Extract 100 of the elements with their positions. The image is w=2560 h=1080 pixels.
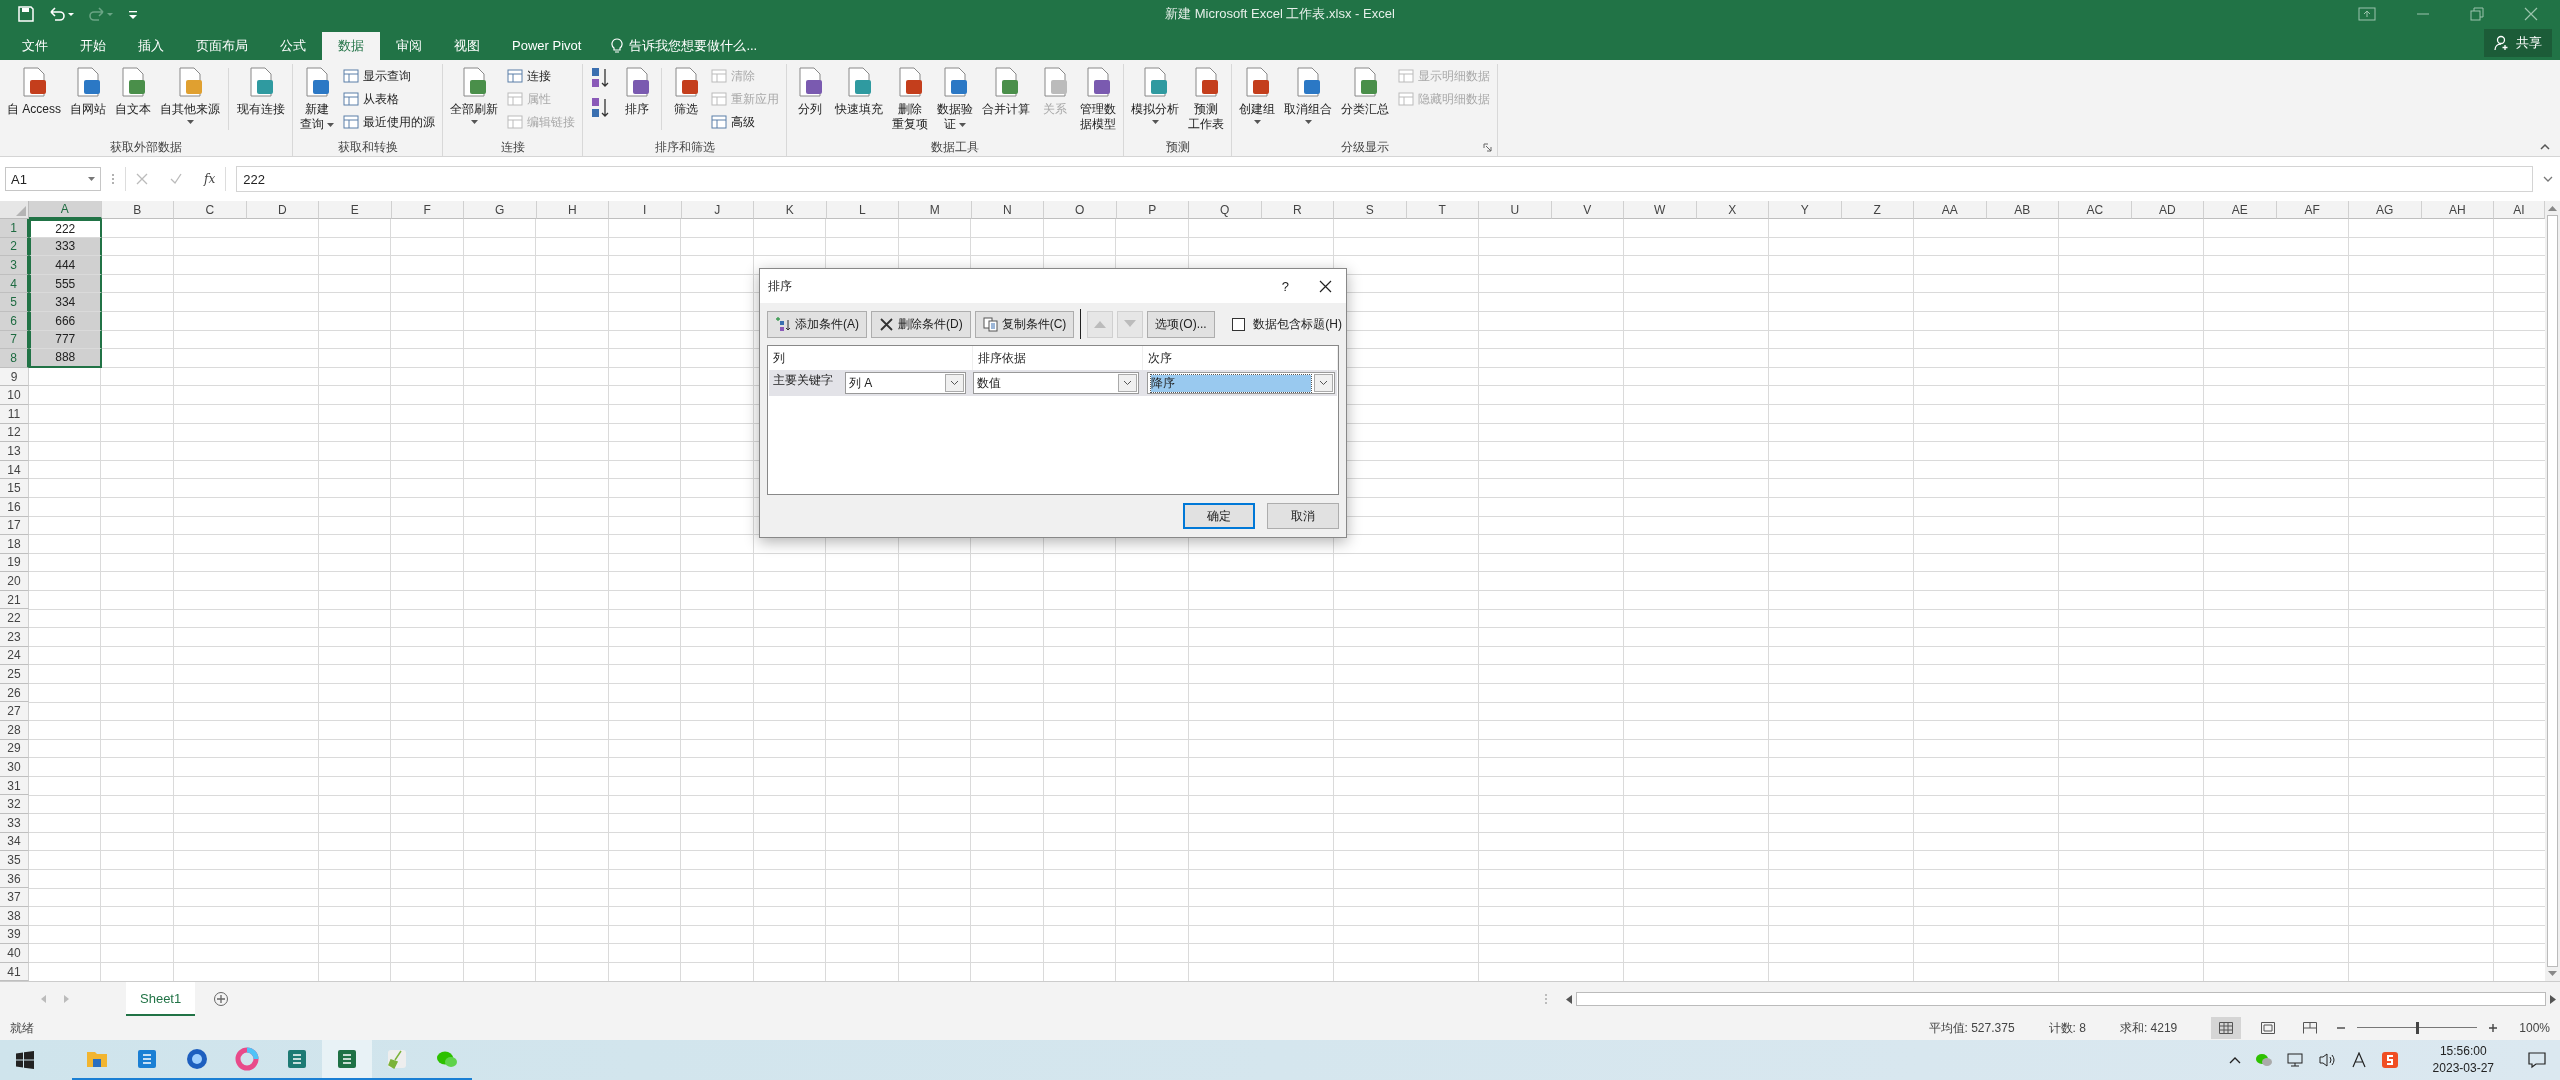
- column-header[interactable]: U: [1479, 201, 1552, 219]
- ribbon-button[interactable]: 合并计算: [978, 64, 1034, 119]
- ribbon-tab[interactable]: 数据: [322, 32, 380, 60]
- row-header[interactable]: 5: [0, 293, 29, 312]
- scroll-right-icon[interactable]: [2550, 994, 2556, 1004]
- formula-field[interactable]: 222: [236, 166, 2533, 192]
- column-header[interactable]: AC: [2059, 201, 2132, 219]
- column-header[interactable]: P: [1116, 201, 1189, 219]
- normal-view-button[interactable]: [2211, 1017, 2242, 1039]
- ribbon-button[interactable]: 自文本: [111, 64, 155, 119]
- row-header[interactable]: 30: [0, 758, 29, 777]
- column-header[interactable]: E: [319, 201, 392, 219]
- column-header[interactable]: V: [1551, 201, 1624, 219]
- column-header[interactable]: AH: [2421, 201, 2494, 219]
- ribbon-button[interactable]: 预测 工作表: [1184, 64, 1228, 134]
- row-header[interactable]: 28: [0, 721, 29, 740]
- column-header[interactable]: G: [464, 201, 537, 219]
- row-header[interactable]: 33: [0, 814, 29, 833]
- ribbon-tab[interactable]: 开始: [64, 32, 122, 60]
- column-header[interactable]: AI: [2494, 201, 2545, 219]
- zoom-in-icon[interactable]: [2489, 1024, 2498, 1032]
- column-header[interactable]: S: [1334, 201, 1407, 219]
- ribbon-tab[interactable]: 视图: [438, 32, 496, 60]
- column-header[interactable]: L: [826, 201, 899, 219]
- expand-icon[interactable]: [2543, 175, 2553, 183]
- column-header[interactable]: I: [609, 201, 682, 219]
- ribbon-button[interactable]: 删除 重复项: [888, 64, 932, 134]
- ribbon-tab[interactable]: 文件: [6, 32, 64, 60]
- ribbon-button[interactable]: 最近使用的源: [343, 112, 435, 132]
- column-header[interactable]: A: [29, 201, 102, 219]
- input-method-icon[interactable]: [2350, 1052, 2367, 1068]
- column-header[interactable]: AE: [2204, 201, 2277, 219]
- ribbon-button[interactable]: 现有连接: [233, 64, 289, 119]
- column-header[interactable]: J: [681, 201, 754, 219]
- column-header[interactable]: W: [1624, 201, 1697, 219]
- ribbon-button[interactable]: 全部刷新: [446, 64, 502, 127]
- restore-icon[interactable]: [2470, 7, 2484, 21]
- column-header[interactable]: N: [971, 201, 1044, 219]
- column-header[interactable]: M: [899, 201, 972, 219]
- clock-time[interactable]: 15:56:00: [2439, 1043, 2487, 1060]
- ribbon-tab[interactable]: 插入: [122, 32, 180, 60]
- column-header[interactable]: AA: [1914, 201, 1987, 219]
- ribbon-button[interactable]: 显示查询: [343, 66, 435, 86]
- ribbon-button[interactable]: 分类汇总: [1337, 64, 1393, 119]
- start-icon[interactable]: [16, 1051, 34, 1069]
- zoom-out-icon[interactable]: [2337, 1024, 2346, 1032]
- add-button[interactable]: 添加条件(A): [767, 310, 867, 338]
- tell-me-field[interactable]: 告诉我您想要做什么...: [629, 37, 758, 55]
- sheet-tab[interactable]: Sheet1: [126, 982, 196, 1016]
- cancel-button[interactable]: 取消: [1267, 503, 1339, 529]
- ribbon-button[interactable]: 自网站: [66, 64, 110, 119]
- vertical-scrollbar[interactable]: [2545, 201, 2560, 981]
- row-header[interactable]: 32: [0, 795, 29, 814]
- column-header[interactable]: T: [1406, 201, 1479, 219]
- column-header[interactable]: AF: [2276, 201, 2349, 219]
- column-header[interactable]: K: [754, 201, 827, 219]
- column-header[interactable]: D: [246, 201, 319, 219]
- add-sheet-icon[interactable]: [213, 991, 230, 1007]
- options-button[interactable]: 选项(O)...: [1147, 310, 1215, 338]
- ribbon-tab[interactable]: 页面布局: [180, 32, 264, 60]
- row-header[interactable]: 22: [0, 609, 29, 629]
- ribbon-button[interactable]: 取消组合: [1280, 64, 1336, 127]
- column-header[interactable]: Z: [1841, 201, 1914, 219]
- clock-date[interactable]: 2023-03-27: [2432, 1060, 2494, 1077]
- row-header[interactable]: 37: [0, 888, 29, 907]
- volume-icon[interactable]: [2318, 1052, 2337, 1068]
- row-header[interactable]: 1: [0, 219, 29, 238]
- insert-function-button[interactable]: fx: [204, 172, 216, 186]
- network-icon[interactable]: [2286, 1052, 2305, 1068]
- ribbon-button[interactable]: 自其他来源: [156, 64, 224, 127]
- row-header[interactable]: 15: [0, 479, 29, 498]
- row-header[interactable]: 8: [0, 349, 29, 368]
- ribbon-button[interactable]: 创建组: [1235, 64, 1279, 127]
- chevron-up-icon[interactable]: [2228, 1056, 2241, 1064]
- ribbon-tab[interactable]: Power Pivot: [496, 32, 598, 60]
- column-header[interactable]: H: [536, 201, 609, 219]
- undo-icon[interactable]: [48, 6, 74, 22]
- column-header[interactable]: AG: [2349, 201, 2422, 219]
- ribbon-button[interactable]: 数据验 证: [933, 64, 977, 134]
- ribbon-button[interactable]: 自 Access: [3, 64, 65, 119]
- column-header[interactable]: AD: [2131, 201, 2204, 219]
- order-select[interactable]: 降序: [1147, 372, 1335, 394]
- check-icon[interactable]: [170, 173, 182, 185]
- copy-button[interactable]: 复制条件(C): [974, 310, 1075, 338]
- name-box[interactable]: A1: [5, 167, 101, 191]
- row-header[interactable]: 20: [0, 572, 29, 591]
- ribbon-tab[interactable]: 公式: [264, 32, 322, 60]
- close-icon[interactable]: [1319, 279, 1332, 293]
- scroll-left-icon[interactable]: [1566, 994, 1572, 1004]
- scroll-down-icon[interactable]: [2548, 971, 2557, 977]
- keyboard-app-icon[interactable]: [2380, 1051, 2399, 1069]
- ribbon-button[interactable]: 新建 查询: [296, 64, 338, 134]
- row-header[interactable]: 18: [0, 535, 29, 554]
- row-header[interactable]: 23: [0, 628, 29, 647]
- taskbar-app[interactable]: [322, 1040, 372, 1080]
- ribbon-button[interactable]: 排序: [617, 64, 657, 119]
- column-header[interactable]: Y: [1769, 201, 1842, 219]
- row-header[interactable]: 25: [0, 665, 29, 684]
- column-header[interactable]: X: [1696, 201, 1769, 219]
- help-button[interactable]: ?: [1281, 278, 1289, 294]
